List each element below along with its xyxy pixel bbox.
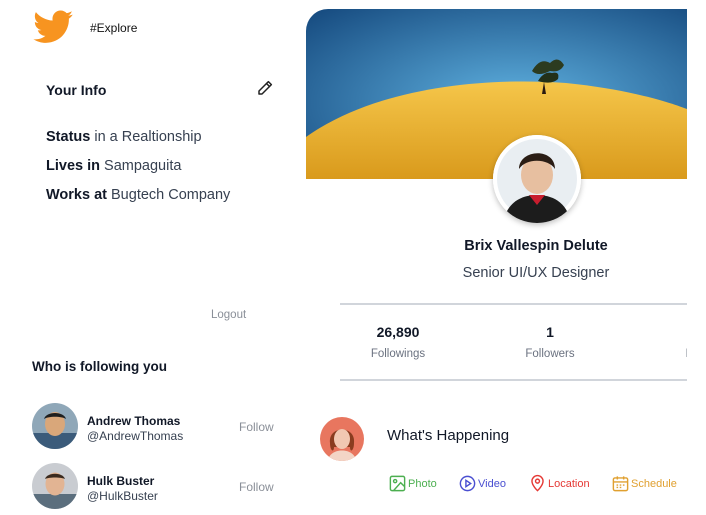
stat-label: Followings [370,348,426,360]
info-lives: Lives in Sampaguita [46,158,181,174]
stat-followers[interactable]: 1 Followers [490,324,610,360]
works-label: Works at [46,187,107,203]
stat-followings[interactable]: 26,890 Followings [338,324,458,360]
divider [340,379,687,381]
post-input[interactable]: What's Happening [387,427,509,444]
image-icon [389,475,406,492]
status-value: in a Realtionship [90,129,202,145]
stat-label: Followers [525,348,575,360]
photo-label: Photo [408,477,437,490]
user-avatar[interactable] [320,417,364,461]
video-label: Video [478,477,506,490]
schedule-label: Schedule [631,477,677,490]
twitter-bird-icon[interactable] [32,10,74,48]
follower-name: Andrew Thomas [87,414,181,428]
works-value: Bugtech Company [106,187,231,203]
lives-label: Lives in [46,158,100,174]
video-button[interactable]: Video [458,474,506,493]
profile-name: Brix Vallespin Delute [464,238,608,254]
explore-link[interactable]: #Explore [90,21,137,35]
cover-image [306,9,687,179]
info-works: Works at Bugtech Company [46,187,230,203]
photo-button[interactable]: Photo [388,474,437,493]
logout-button[interactable]: Logout [211,309,246,321]
follower-name: Hulk Buster [87,474,155,488]
your-info-title: Your Info [46,82,107,98]
pencil-icon[interactable] [256,79,274,97]
follower-item: Hulk Buster @HulkBuster Follow [32,463,282,511]
profile-avatar[interactable] [493,135,581,223]
play-circle-icon [459,475,476,492]
follower-item: Andrew Thomas @AndrewThomas Follow [32,403,282,451]
follower-handle: @HulkBuster [87,489,158,503]
profile-role: Senior UI/UX Designer [462,265,610,281]
location-pin-icon [531,474,544,492]
viewport-edge [687,0,706,515]
location-button[interactable]: Location [528,474,590,493]
info-status: Status in a Realtionship [46,129,202,145]
lives-value: Sampaguita [100,158,182,174]
followers-title: Who is following you [32,359,167,374]
follower-handle: @AndrewThomas [87,429,184,443]
calendar-icon [612,476,629,492]
status-label: Status [46,129,91,145]
avatar[interactable] [32,463,78,509]
schedule-button[interactable]: Schedule [611,474,677,493]
avatar[interactable] [32,403,78,449]
stat-value: 26,890 [376,324,420,340]
location-label: Location [548,477,590,490]
follow-button[interactable]: Follow [239,480,274,494]
divider [340,303,687,305]
stat-value: 1 [546,324,554,340]
follow-button[interactable]: Follow [239,420,274,434]
